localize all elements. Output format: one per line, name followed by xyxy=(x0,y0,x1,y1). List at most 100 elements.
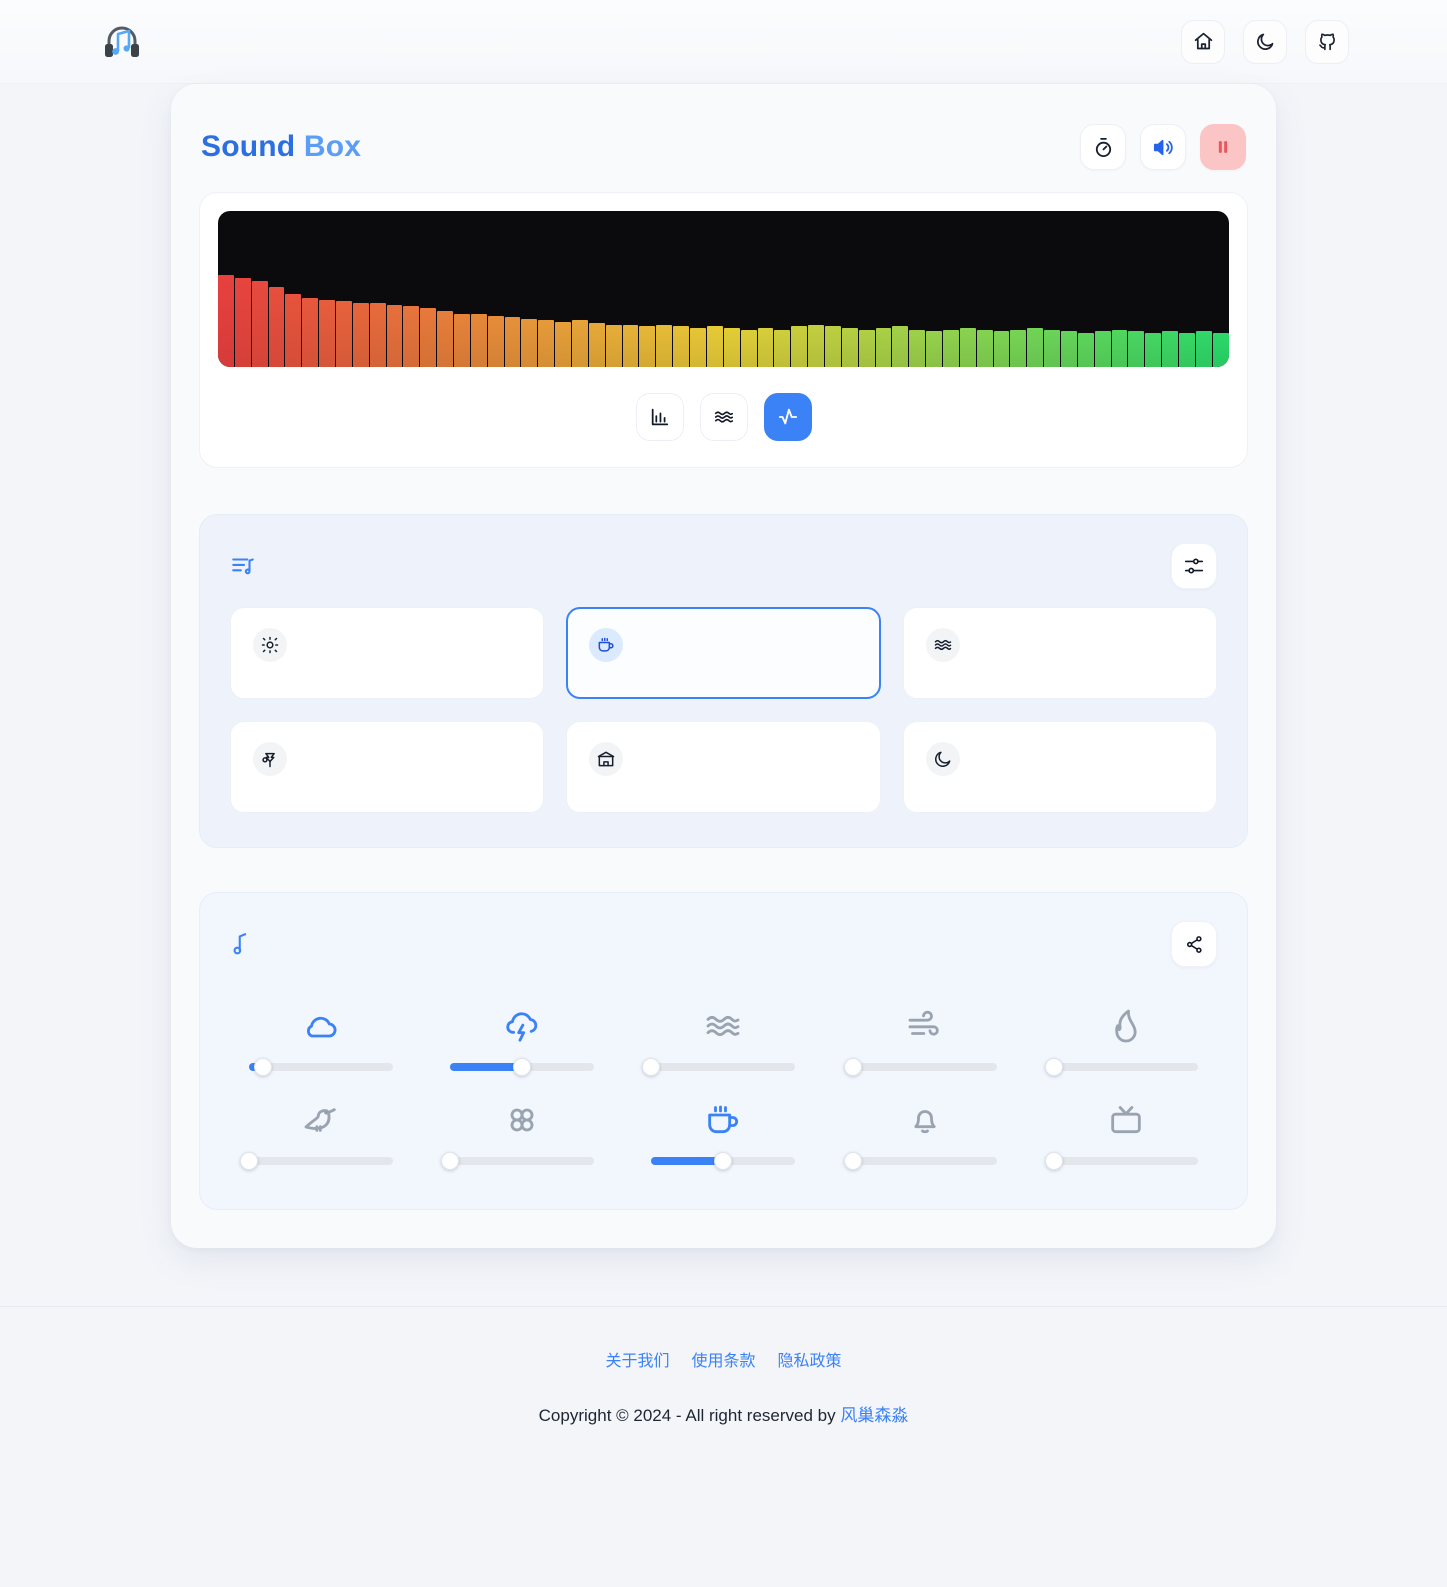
slider-knob[interactable] xyxy=(239,1152,258,1170)
pause-icon xyxy=(1218,141,1228,153)
visualizer-bar xyxy=(875,328,892,367)
volume-slider[interactable] xyxy=(843,1152,997,1170)
github-button[interactable] xyxy=(1305,19,1349,64)
footer-link[interactable]: 隐私政策 xyxy=(778,1347,842,1371)
coffee-channel[interactable] xyxy=(633,1089,814,1170)
volume-button[interactable] xyxy=(1140,124,1186,170)
slider-knob[interactable] xyxy=(513,1058,532,1076)
mixer-header xyxy=(230,915,1217,973)
tv-channel[interactable] xyxy=(1036,1089,1217,1170)
page-title: Sound Box xyxy=(201,130,361,164)
sliders-icon xyxy=(1184,558,1204,574)
sound-box-card: Sound Box xyxy=(171,84,1276,1248)
thunderstorm-channel[interactable] xyxy=(431,995,612,1076)
footer-link[interactable]: 关于我们 xyxy=(605,1347,669,1371)
timer-button[interactable] xyxy=(1080,124,1126,170)
home-button[interactable] xyxy=(1181,19,1225,64)
visualizer-bar xyxy=(1162,331,1178,367)
slider-knob[interactable] xyxy=(1045,1152,1064,1170)
visualizer-bar xyxy=(285,293,302,367)
visualizer-bar xyxy=(420,307,437,367)
visualizer-bar xyxy=(656,324,673,367)
presets-settings-button[interactable] xyxy=(1171,543,1217,589)
coffee-icon xyxy=(589,628,624,662)
visualizer-bar xyxy=(302,298,319,367)
volume-slider[interactable] xyxy=(1045,1058,1199,1076)
share-button[interactable] xyxy=(1171,921,1217,967)
flame-icon xyxy=(1106,995,1146,1057)
cloud-channel[interactable] xyxy=(230,995,411,1076)
slider-knob[interactable] xyxy=(714,1152,733,1170)
preset-card[interactable] xyxy=(902,607,1217,699)
fire-channel[interactable] xyxy=(1036,995,1217,1076)
volume-slider[interactable] xyxy=(450,1058,595,1076)
visualizer-bar xyxy=(1060,331,1077,367)
waves-icon xyxy=(703,995,743,1057)
slider-knob[interactable] xyxy=(1045,1058,1064,1076)
volume-slider[interactable] xyxy=(651,1152,796,1170)
preset-card[interactable] xyxy=(230,721,545,813)
visualizer-bar xyxy=(234,278,251,367)
visualizer-bar xyxy=(1010,329,1027,367)
volume-slider[interactable] xyxy=(441,1152,595,1170)
bell-channel[interactable] xyxy=(834,1089,1015,1170)
visualizer-bar xyxy=(504,317,521,367)
bird-channel[interactable] xyxy=(230,1089,411,1170)
visualizer-bar xyxy=(588,323,605,367)
visualizer-bar xyxy=(386,304,403,367)
pause-button[interactable] xyxy=(1200,124,1246,170)
visualizer-bar xyxy=(791,326,808,367)
visualizer-bar xyxy=(690,328,706,367)
volume-slider[interactable] xyxy=(239,1152,393,1170)
slider-fill xyxy=(651,1157,724,1165)
visualizer-bar xyxy=(858,329,875,367)
app-header: Sound Box xyxy=(199,110,1248,192)
preset-card[interactable] xyxy=(566,721,881,813)
slider-knob[interactable] xyxy=(441,1152,460,1170)
slider-knob[interactable] xyxy=(843,1058,862,1076)
preset-header xyxy=(589,742,857,776)
preset-card[interactable] xyxy=(902,721,1217,813)
footer-link[interactable]: 使用条款 xyxy=(691,1347,755,1371)
volume-slider[interactable] xyxy=(843,1058,997,1076)
visualizer-bar xyxy=(538,320,555,367)
timer-icon xyxy=(1095,137,1111,157)
volume-slider[interactable] xyxy=(1045,1152,1199,1170)
mixer-panel xyxy=(199,892,1248,1210)
slider-knob[interactable] xyxy=(642,1058,661,1076)
slider-knob[interactable] xyxy=(254,1058,273,1076)
slider-knob[interactable] xyxy=(843,1152,862,1170)
copyright-author[interactable]: 风巢森淼 xyxy=(840,1406,908,1425)
app-logo[interactable] xyxy=(98,18,146,66)
visualizer-bar xyxy=(403,306,420,367)
moon-icon xyxy=(925,742,960,776)
waves-mode-button[interactable] xyxy=(699,393,748,441)
visualizer-bar xyxy=(487,315,504,367)
visualizer-bar xyxy=(622,324,639,367)
bars-mode-button[interactable] xyxy=(635,393,684,441)
waves-channel[interactable] xyxy=(633,995,814,1076)
preset-card[interactable] xyxy=(230,607,545,699)
preset-card[interactable] xyxy=(566,607,881,699)
preset-header xyxy=(925,628,1194,662)
copyright-text: Copyright © 2024 - All right reserved by… xyxy=(0,1401,1447,1426)
visualizer-bar xyxy=(218,274,234,367)
visualizer-bar xyxy=(757,328,774,367)
visualizer-bar xyxy=(437,310,454,367)
tree-icon xyxy=(253,742,287,776)
coffee-icon xyxy=(703,1089,743,1151)
flower-icon xyxy=(502,1089,542,1151)
visualizer-bar xyxy=(268,287,285,367)
pulse-mode-button[interactable] xyxy=(763,393,812,441)
volume-slider[interactable] xyxy=(642,1058,796,1076)
dark-mode-button[interactable] xyxy=(1243,19,1287,64)
volume-slider[interactable] xyxy=(248,1058,393,1076)
visualizer-bar xyxy=(639,326,656,367)
top-navbar xyxy=(0,0,1447,84)
visualizer-bar xyxy=(521,318,538,367)
visualizer-bar xyxy=(336,301,352,367)
flower-channel[interactable] xyxy=(431,1089,612,1170)
wind-channel[interactable] xyxy=(834,995,1015,1076)
visualizer-bar xyxy=(1077,332,1094,367)
visualizer-bar xyxy=(1094,331,1111,367)
